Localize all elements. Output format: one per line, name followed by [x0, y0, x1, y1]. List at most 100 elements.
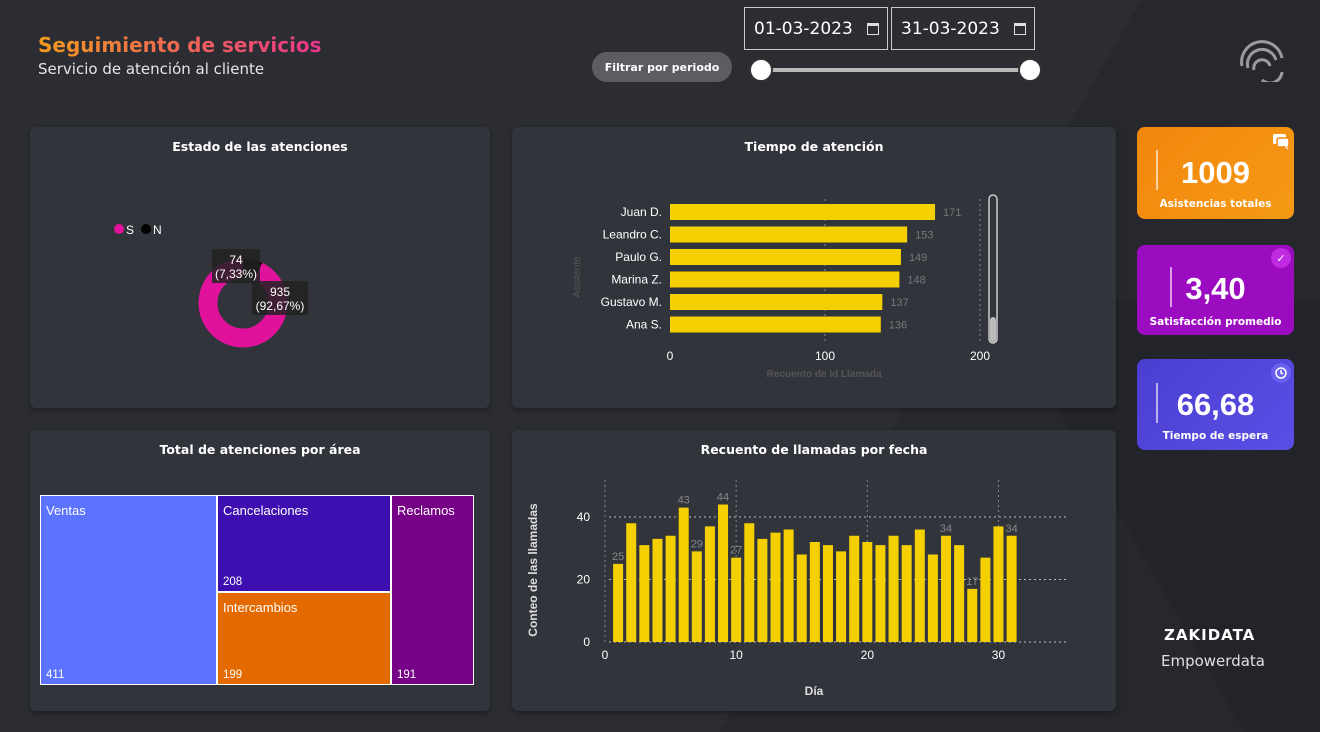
bar[interactable] [927, 554, 938, 643]
bar[interactable] [980, 557, 991, 642]
bar[interactable] [652, 538, 663, 642]
start-date-value: 01-03-2023 [754, 18, 853, 39]
bar[interactable] [901, 545, 912, 642]
bar[interactable] [731, 557, 742, 642]
brand-tagline: Empowerdata [1161, 652, 1265, 670]
kpi-total-assists: 1009 Asistencias totales [1137, 127, 1294, 219]
x-tick-label: 0 [667, 349, 674, 363]
treemap-cell-intercambios[interactable]: Intercambios 199 [217, 592, 391, 685]
bar[interactable] [670, 271, 900, 288]
kpi-value: 66,68 [1176, 387, 1255, 422]
data-label: 148 [907, 275, 925, 287]
bar[interactable] [670, 316, 881, 333]
bar[interactable] [809, 542, 820, 642]
y-tick-label: Ana S. [626, 318, 662, 332]
kpi-wait-time: 66,68 Tiempo de espera [1137, 359, 1294, 450]
bar[interactable] [704, 526, 715, 642]
data-label: 17 [966, 576, 978, 588]
bar[interactable] [613, 563, 624, 642]
treemap-value: 199 [223, 669, 243, 681]
bar[interactable] [836, 551, 847, 642]
bar[interactable] [670, 226, 908, 243]
y-tick-label: Leandro C. [603, 228, 662, 242]
data-label: 43 [678, 495, 690, 507]
y-tick-label: 0 [583, 635, 590, 649]
bar[interactable] [757, 538, 768, 642]
kpi-value: 3,40 [1185, 271, 1246, 306]
treemap-cell-cancelaciones[interactable]: Cancelaciones 208 [217, 495, 391, 592]
area-card: Total de atenciones por área Ventas 411 … [30, 430, 490, 711]
status-card: Estado de las atenciones S N 74 (7,33%) … [30, 127, 490, 408]
legend-dot-n [141, 224, 151, 234]
bar[interactable] [888, 535, 899, 642]
bar[interactable] [967, 588, 978, 642]
treemap-value: 411 [46, 669, 65, 681]
bar[interactable] [670, 294, 883, 310]
bar[interactable] [770, 532, 781, 642]
kpi-value: 1009 [1181, 155, 1250, 190]
page-subtitle: Servicio de atención al cliente [38, 60, 265, 78]
treemap-cell-reclamos[interactable]: Reclamos 191 [391, 495, 474, 685]
calendar-icon[interactable] [1014, 23, 1026, 35]
time-card: Tiempo de atención Asistente Recuento de… [512, 127, 1116, 408]
kpi-label: Tiempo de espera [1162, 430, 1269, 442]
treemap-label: Ventas [46, 503, 86, 518]
bar[interactable] [783, 529, 794, 643]
legend-dot-s [114, 224, 124, 234]
y-axis-title: Asistente [572, 256, 583, 298]
status-donut-chart: S N 74 (7,33%) 935 (92,67%) [114, 223, 308, 348]
bar[interactable] [954, 545, 965, 642]
bar[interactable] [941, 535, 952, 642]
treemap-value: 191 [397, 669, 417, 681]
slider-start-handle[interactable] [749, 58, 773, 82]
bar[interactable] [914, 529, 925, 643]
y-tick-label: Marina Z. [611, 273, 662, 287]
bar[interactable] [875, 545, 886, 642]
brand-logo-icon [1240, 40, 1284, 82]
bar[interactable] [1006, 535, 1017, 642]
bar[interactable] [849, 535, 860, 642]
page-title: Seguimiento de servicios [38, 33, 322, 57]
y-tick-label: Gustavo M. [601, 295, 662, 309]
bar[interactable] [993, 526, 1004, 642]
treemap-label: Cancelaciones [223, 503, 309, 518]
treemap-label: Intercambios [223, 600, 298, 615]
bar[interactable] [822, 545, 833, 642]
y-tick-label: 40 [577, 510, 591, 524]
data-label: 25 [612, 551, 624, 563]
calendar-icon[interactable] [867, 23, 879, 35]
x-tick-label: 30 [992, 648, 1006, 662]
clock-icon [1271, 363, 1291, 383]
kpi-satisfaction: 3,40 Satisfacción promedio ✓ [1137, 245, 1294, 335]
data-label: 171 [943, 207, 961, 219]
area-card-title: Total de atenciones por área [159, 442, 361, 457]
data-label: 29 [691, 538, 703, 550]
bar[interactable] [796, 554, 807, 643]
slider-end-handle[interactable] [1018, 58, 1042, 82]
bar[interactable] [665, 535, 676, 642]
data-label-s-pct: (92,67%) [256, 299, 305, 313]
bar[interactable] [744, 523, 755, 642]
x-tick-label: 100 [815, 349, 835, 363]
start-date-input[interactable]: 01-03-2023 [744, 7, 888, 50]
bar[interactable] [639, 545, 650, 642]
treemap-cell-ventas[interactable]: Ventas 411 [40, 495, 217, 685]
scrollbar-thumb[interactable] [990, 317, 996, 342]
calls-by-date-chart: 25 43 29 44 27 34 17 34 0 20 40 0 10 20 30 Día Conteo de… [526, 480, 1068, 698]
bar[interactable] [670, 249, 901, 265]
bar[interactable] [718, 504, 729, 643]
bar[interactable] [862, 542, 873, 642]
date-range-slider[interactable] [762, 68, 1032, 72]
date-card: Recuento de llamadas por fecha 25 43 29 44 2… [512, 430, 1116, 711]
end-date-input[interactable]: 31-03-2023 [891, 7, 1035, 50]
filter-period-button[interactable]: Filtrar por periodo [592, 52, 732, 82]
bar[interactable] [626, 523, 637, 642]
bar[interactable] [691, 551, 702, 642]
bar[interactable] [670, 204, 936, 220]
y-tick-label: Juan D. [621, 205, 662, 219]
data-label: 34 [1005, 523, 1017, 535]
bar[interactable] [678, 507, 689, 642]
data-label: 137 [890, 297, 908, 309]
x-tick-label: 10 [729, 648, 743, 662]
kpi-label: Asistencias totales [1159, 198, 1272, 210]
